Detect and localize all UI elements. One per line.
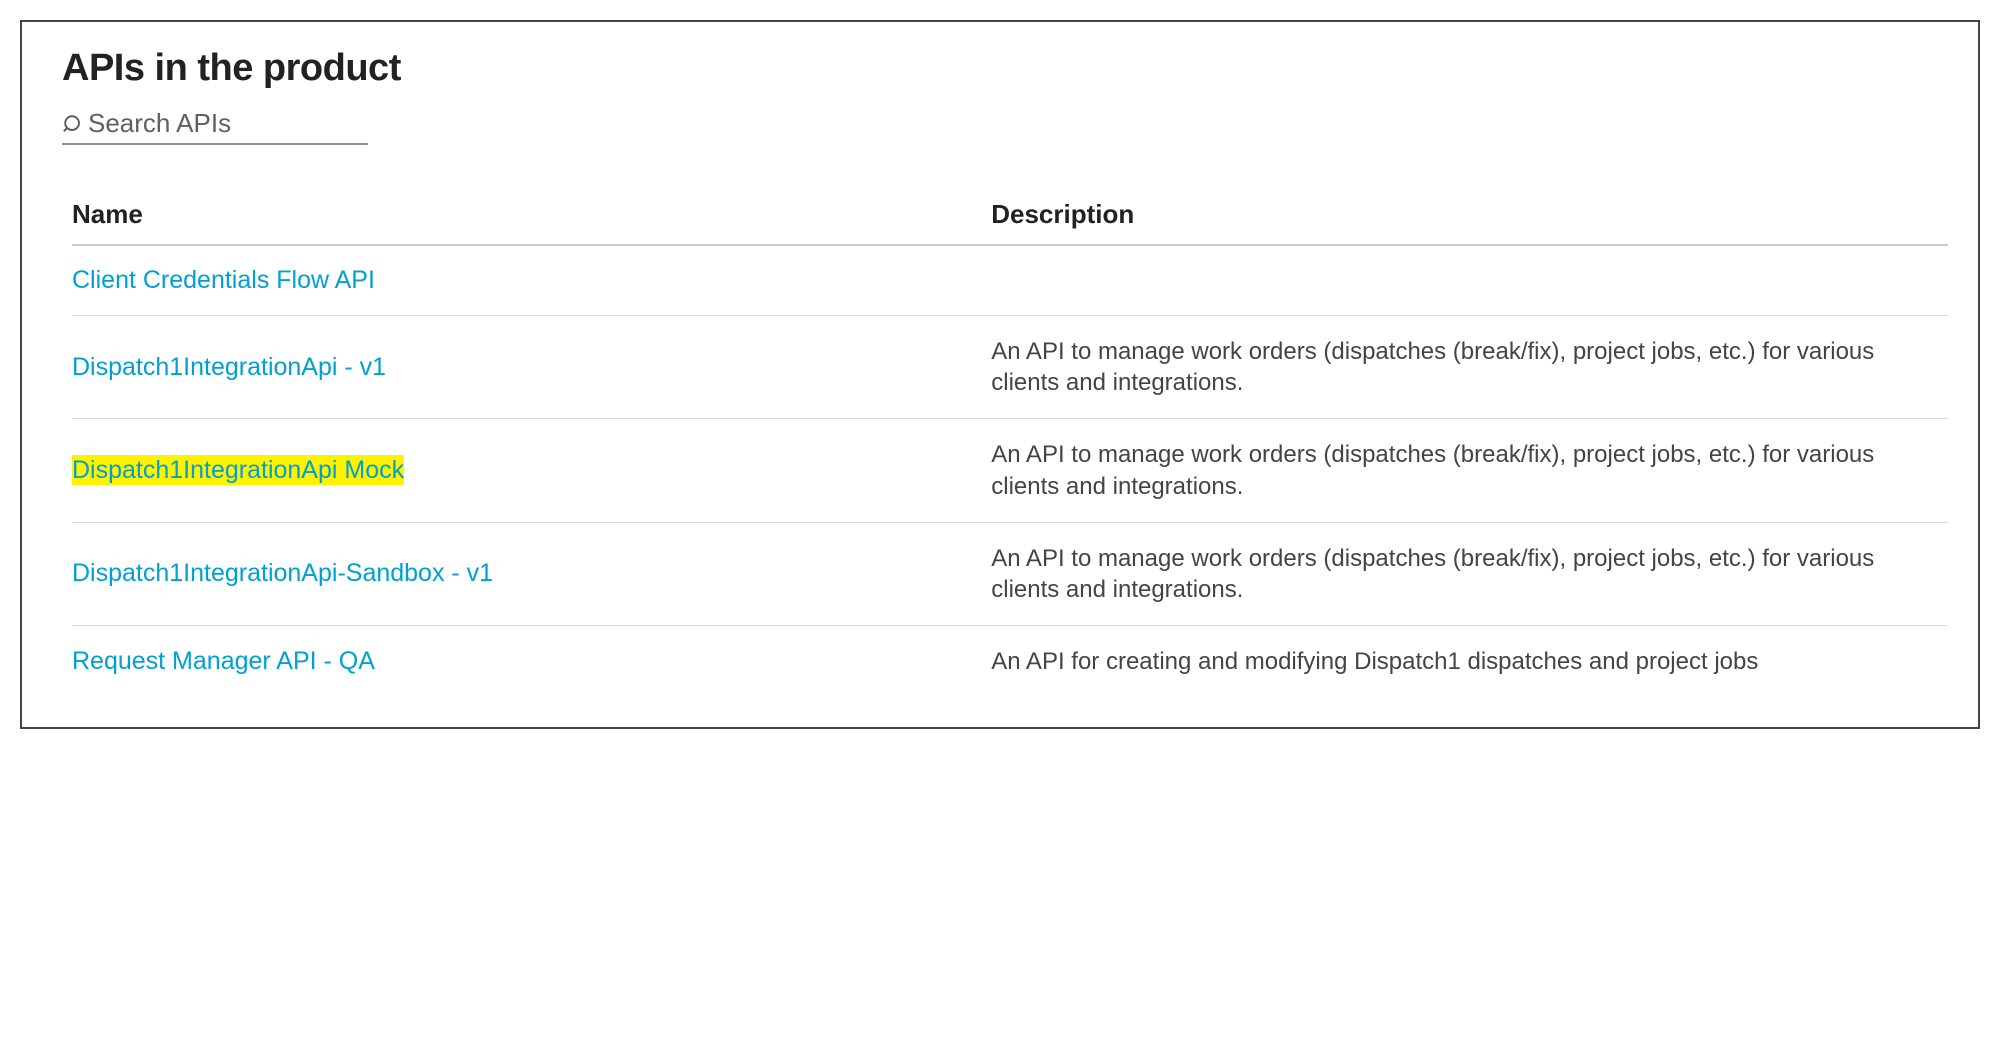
search-input[interactable] <box>88 108 368 139</box>
table-row: Dispatch1IntegrationApi Mock An API to ma… <box>72 419 1948 522</box>
apis-table: Name Description Client Credentials Flow… <box>72 185 1948 697</box>
api-link[interactable]: Request Manager API - QA <box>72 647 375 675</box>
column-header-description: Description <box>991 185 1948 245</box>
api-description-cell <box>991 245 1948 316</box>
apis-panel: APIs in the product Name Description Cli… <box>20 20 1980 729</box>
api-name-cell: Request Manager API - QA <box>72 626 991 698</box>
panel-title: APIs in the product <box>62 47 1938 90</box>
apis-table-body: Client Credentials Flow API Dispatch1Inte… <box>72 245 1948 697</box>
api-link[interactable]: Dispatch1IntegrationApi - v1 <box>72 353 386 381</box>
search-container <box>62 108 368 145</box>
api-name-cell: Dispatch1IntegrationApi Mock <box>72 419 991 522</box>
table-row: Dispatch1IntegrationApi - v1 An API to ma… <box>72 316 1948 419</box>
api-link[interactable]: Client Credentials Flow API <box>72 266 375 294</box>
table-row: Request Manager API - QA An API for creat… <box>72 626 1948 698</box>
api-description-cell: An API for creating and modifying Dispat… <box>991 626 1948 698</box>
column-header-name: Name <box>72 185 991 245</box>
table-row: Client Credentials Flow API <box>72 245 1948 316</box>
api-link[interactable]: Dispatch1IntegrationApi-Sandbox - v1 <box>72 559 493 587</box>
api-description-cell: An API to manage work orders (dispatches… <box>991 419 1948 522</box>
api-name-cell: Dispatch1IntegrationApi - v1 <box>72 316 991 419</box>
search-icon <box>62 113 84 135</box>
api-name-cell: Dispatch1IntegrationApi-Sandbox - v1 <box>72 522 991 625</box>
api-description-cell: An API to manage work orders (dispatches… <box>991 522 1948 625</box>
table-row: Dispatch1IntegrationApi-Sandbox - v1 An A… <box>72 522 1948 625</box>
api-name-cell: Client Credentials Flow API <box>72 245 991 316</box>
api-description-cell: An API to manage work orders (dispatches… <box>991 316 1948 419</box>
api-link[interactable]: Dispatch1IntegrationApi Mock <box>72 455 404 485</box>
